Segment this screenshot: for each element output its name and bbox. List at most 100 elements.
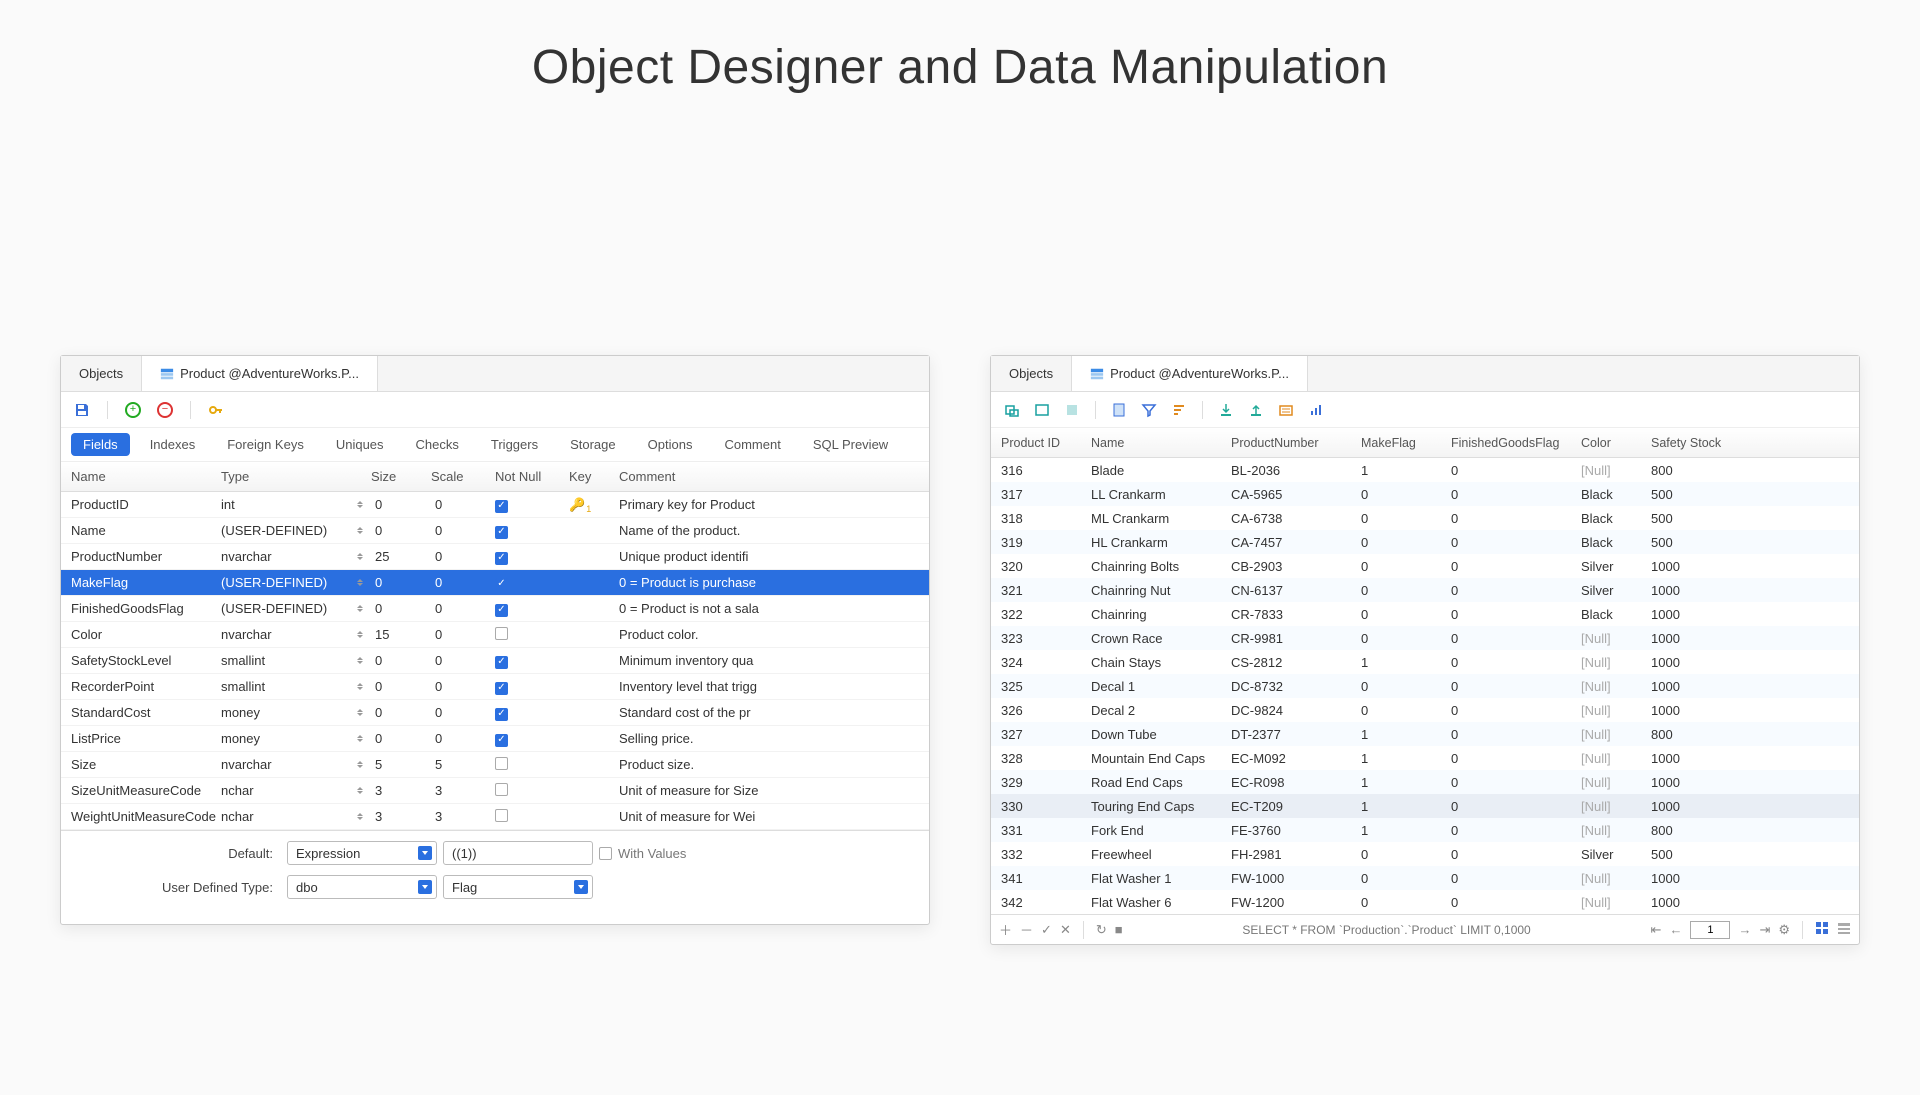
field-row[interactable]: ProductNumbernvarchar250Unique product i… xyxy=(61,544,929,570)
field-row[interactable]: Name(USER-DEFINED)00Name of the product. xyxy=(61,518,929,544)
field-comment[interactable]: Product size. xyxy=(619,757,919,772)
field-comment[interactable]: Name of the product. xyxy=(619,523,919,538)
field-size[interactable]: 5 xyxy=(371,757,431,772)
field-type-select[interactable]: int xyxy=(221,497,371,512)
table-row[interactable]: 320Chainring BoltsCB-290300Silver1000 xyxy=(991,554,1859,578)
table-row[interactable]: 325Decal 1DC-873200[Null]1000 xyxy=(991,674,1859,698)
not-null-checkbox[interactable] xyxy=(495,783,508,796)
not-null-checkbox[interactable] xyxy=(495,708,508,721)
field-comment[interactable]: Primary key for Product xyxy=(619,497,919,512)
field-comment[interactable]: Unit of measure for Wei xyxy=(619,809,919,824)
default-mode-select[interactable]: Expression xyxy=(287,841,437,865)
with-values-checkbox[interactable] xyxy=(599,847,612,860)
field-scale[interactable]: 0 xyxy=(431,575,495,590)
field-scale[interactable]: 0 xyxy=(431,497,495,512)
subtab-fields[interactable]: Fields xyxy=(71,433,130,456)
field-row[interactable]: MakeFlag(USER-DEFINED)000 = Product is p… xyxy=(61,570,929,596)
column-header[interactable]: Not Null xyxy=(495,469,569,484)
tab-product[interactable]: Product @AdventureWorks.P... xyxy=(1072,356,1308,391)
field-scale[interactable]: 0 xyxy=(431,731,495,746)
filter-button[interactable] xyxy=(1138,399,1160,421)
field-row[interactable]: Sizenvarchar55Product size. xyxy=(61,752,929,778)
field-scale[interactable]: 0 xyxy=(431,679,495,694)
table-row[interactable]: 332FreewheelFH-298100Silver500 xyxy=(991,842,1859,866)
column-header[interactable]: Comment xyxy=(619,469,919,484)
not-null-checkbox[interactable] xyxy=(495,757,508,770)
field-type-select[interactable]: nvarchar xyxy=(221,627,371,642)
field-comment[interactable]: Unique product identifi xyxy=(619,549,919,564)
not-null-checkbox[interactable] xyxy=(495,526,508,539)
field-scale[interactable]: 3 xyxy=(431,783,495,798)
field-row[interactable]: RecorderPointsmallint00Inventory level t… xyxy=(61,674,929,700)
table-row[interactable]: 328Mountain End CapsEC-M09210[Null]1000 xyxy=(991,746,1859,770)
field-comment[interactable]: Selling price. xyxy=(619,731,919,746)
field-type-select[interactable]: nchar xyxy=(221,809,371,824)
stop-button[interactable]: ■ xyxy=(1115,922,1123,937)
table-row[interactable]: 326Decal 2DC-982400[Null]1000 xyxy=(991,698,1859,722)
field-scale[interactable]: 5 xyxy=(431,757,495,772)
table-row[interactable]: 318ML CrankarmCA-673800Black500 xyxy=(991,506,1859,530)
field-scale[interactable]: 0 xyxy=(431,627,495,642)
export-button[interactable] xyxy=(1245,399,1267,421)
column-header[interactable]: Safety Stock xyxy=(1651,436,1741,450)
table-row[interactable]: 323Crown RaceCR-998100[Null]1000 xyxy=(991,626,1859,650)
field-row[interactable]: ProductIDint00🔑1Primary key for Product xyxy=(61,492,929,518)
column-header[interactable]: Name xyxy=(1091,436,1231,450)
table-row[interactable]: 329Road End CapsEC-R09810[Null]1000 xyxy=(991,770,1859,794)
tab-product[interactable]: Product @AdventureWorks.P... xyxy=(142,356,378,391)
field-type-select[interactable]: money xyxy=(221,705,371,720)
field-scale[interactable]: 3 xyxy=(431,809,495,824)
field-size[interactable]: 0 xyxy=(371,679,431,694)
sort-button[interactable] xyxy=(1168,399,1190,421)
not-null-checkbox[interactable] xyxy=(495,500,508,513)
field-comment[interactable]: Product color. xyxy=(619,627,919,642)
not-null-checkbox[interactable] xyxy=(495,809,508,822)
not-null-checkbox[interactable] xyxy=(495,656,508,669)
default-value-input[interactable]: ((1)) xyxy=(443,841,593,865)
udt-name-select[interactable]: Flag xyxy=(443,875,593,899)
tab-objects[interactable]: Objects xyxy=(61,356,142,391)
column-header[interactable]: Key xyxy=(569,469,619,484)
subtab-sql-preview[interactable]: SQL Preview xyxy=(801,433,900,456)
settings-icon[interactable]: ⚙ xyxy=(1778,922,1790,938)
tab-objects[interactable]: Objects xyxy=(991,356,1072,391)
table-row[interactable]: 341Flat Washer 1FW-100000[Null]1000 xyxy=(991,866,1859,890)
not-null-checkbox[interactable] xyxy=(495,734,508,747)
column-header[interactable]: Product ID xyxy=(1001,436,1091,450)
table-row[interactable]: 324Chain StaysCS-281210[Null]1000 xyxy=(991,650,1859,674)
field-size[interactable]: 0 xyxy=(371,575,431,590)
rollback-button[interactable] xyxy=(1061,399,1083,421)
table-row[interactable]: 319HL CrankarmCA-745700Black500 xyxy=(991,530,1859,554)
subtab-foreign-keys[interactable]: Foreign Keys xyxy=(215,433,316,456)
data-generation-button[interactable] xyxy=(1275,399,1297,421)
column-header[interactable]: Size xyxy=(371,469,431,484)
column-header[interactable]: Name xyxy=(71,469,221,484)
commit-button[interactable] xyxy=(1031,399,1053,421)
not-null-checkbox[interactable] xyxy=(495,578,508,591)
column-header[interactable]: FinishedGoodsFlag xyxy=(1451,436,1581,450)
text-note-button[interactable] xyxy=(1108,399,1130,421)
subtab-indexes[interactable]: Indexes xyxy=(138,433,208,456)
field-comment[interactable]: Minimum inventory qua xyxy=(619,653,919,668)
field-size[interactable]: 0 xyxy=(371,601,431,616)
udt-schema-select[interactable]: dbo xyxy=(287,875,437,899)
not-null-checkbox[interactable] xyxy=(495,552,508,565)
field-row[interactable]: ListPricemoney00Selling price. xyxy=(61,726,929,752)
field-comment[interactable]: Unit of measure for Size xyxy=(619,783,919,798)
field-comment[interactable]: 0 = Product is purchase xyxy=(619,575,919,590)
column-header[interactable]: Type xyxy=(221,469,371,484)
column-header[interactable]: MakeFlag xyxy=(1361,436,1451,450)
first-page-button[interactable]: ⇤ xyxy=(1651,922,1662,938)
field-row[interactable]: StandardCostmoney00Standard cost of the … xyxy=(61,700,929,726)
subtab-triggers[interactable]: Triggers xyxy=(479,433,550,456)
field-size[interactable]: 3 xyxy=(371,783,431,798)
table-row[interactable]: 321Chainring NutCN-613700Silver1000 xyxy=(991,578,1859,602)
import-button[interactable] xyxy=(1215,399,1237,421)
with-values-option[interactable]: With Values xyxy=(599,846,686,861)
field-scale[interactable]: 0 xyxy=(431,653,495,668)
field-comment[interactable]: 0 = Product is not a sala xyxy=(619,601,919,616)
field-comment[interactable]: Standard cost of the pr xyxy=(619,705,919,720)
field-size[interactable]: 15 xyxy=(371,627,431,642)
chart-button[interactable] xyxy=(1305,399,1327,421)
field-row[interactable]: FinishedGoodsFlag(USER-DEFINED)000 = Pro… xyxy=(61,596,929,622)
